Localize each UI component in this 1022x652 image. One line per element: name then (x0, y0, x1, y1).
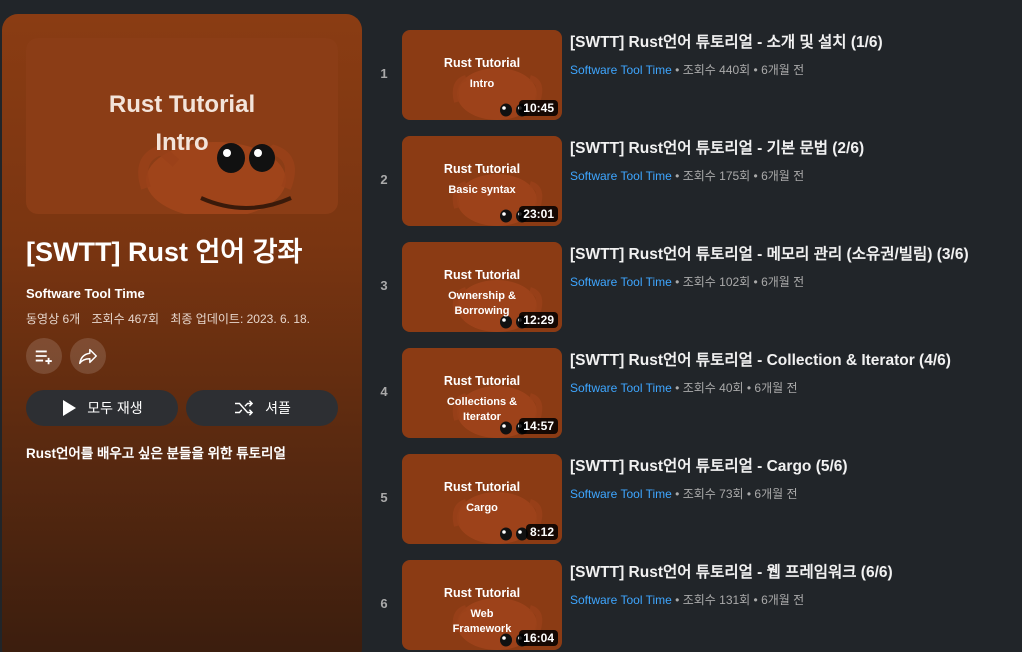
video-index: 4 (380, 384, 388, 399)
save-playlist-button[interactable] (26, 338, 62, 374)
playlist-owner-link[interactable]: Software Tool Time (26, 286, 145, 301)
playlist-header-panel: Rust Tutorial Intro [SWTT] Rust 언어 강좌 So… (2, 14, 362, 652)
thumbnail-title: Rust Tutorial (443, 268, 521, 282)
playlist-description: Rust언어를 배우고 싶은 분들을 위한 튜토리얼 (26, 446, 286, 461)
video-thumbnail[interactable]: Rust Tutorial Collections & Iterator 14:… (402, 348, 562, 438)
play-all-label: 모두 재생 (87, 400, 143, 416)
video-title-link[interactable]: [SWTT] Rust언어 튜토리얼 - Cargo (5/6) (570, 454, 848, 476)
last-updated: 최종 업데이트: 2023. 6. 18. (170, 312, 311, 326)
video-title-link[interactable]: [SWTT] Rust언어 튜토리얼 - 웹 프레임워크 (6/6) (570, 560, 893, 582)
playlist-add-icon (35, 350, 52, 365)
channel-link[interactable]: Software Tool Time (570, 593, 672, 607)
video-title-link[interactable]: [SWTT] Rust언어 튜토리얼 - 메모리 관리 (소유권/빌림) (3/… (570, 242, 969, 264)
thumbnail-title: Rust Tutorial (443, 162, 521, 176)
view-count: 조회수 467회 (91, 312, 160, 326)
video-count: 동영상 6개 (26, 312, 81, 326)
share-icon (79, 348, 97, 365)
video-index: 1 (380, 66, 388, 81)
shuffle-icon (235, 400, 254, 416)
thumbnail-subtitle: Cargo (466, 502, 498, 514)
video-title-link[interactable]: [SWTT] Rust언어 튜토리얼 - 기본 문법 (2/6) (570, 136, 864, 158)
shuffle-button[interactable]: 셔플 (186, 390, 338, 426)
playlist-stats: 동영상 6개 조회수 467회 최종 업데이트: 2023. 6. 18. (26, 310, 318, 327)
channel-link[interactable]: Software Tool Time (570, 275, 672, 289)
video-thumbnail[interactable]: Rust Tutorial Ownership & Borrowing 12:2… (402, 242, 562, 332)
thumbnail-title: Rust Tutorial (443, 586, 521, 600)
shuffle-label: 셔플 (265, 400, 291, 416)
thumbnail-subtitle: Basic syntax (448, 184, 516, 196)
video-thumbnail[interactable]: Rust Tutorial Intro 10:45 (402, 30, 562, 120)
video-duration: 12:29 (519, 312, 558, 328)
video-row[interactable]: 3 Rust Tutorial Ownership & Borrowing 12… (370, 242, 1010, 332)
video-stats: • 조회수 175회 • 6개월 전 (671, 169, 805, 183)
hero-title-line1: Rust Tutorial (108, 91, 256, 118)
thumbnail-subtitle: Intro (469, 78, 495, 90)
channel-link[interactable]: Software Tool Time (570, 487, 672, 501)
video-index: 2 (380, 172, 388, 187)
video-row[interactable]: 2 Rust Tutorial Basic syntax 23:01 [SWTT… (370, 136, 1010, 226)
channel-link[interactable]: Software Tool Time (570, 381, 672, 395)
video-index: 3 (380, 278, 388, 293)
video-meta: Software Tool Time • 조회수 131회 • 6개월 전 (570, 591, 804, 608)
playlist-title: [SWTT] Rust 언어 강좌 (26, 237, 303, 267)
video-stats: • 조회수 102회 • 6개월 전 (671, 275, 805, 289)
hero-title-line2: Intro (155, 129, 209, 156)
video-row[interactable]: 5 Rust Tutorial Cargo 8:12 [SWTT] Rust언어… (370, 454, 1010, 544)
video-meta: Software Tool Time • 조회수 40회 • 6개월 전 (570, 379, 798, 396)
video-title-link[interactable]: [SWTT] Rust언어 튜토리얼 - Collection & Iterat… (570, 348, 951, 370)
video-title-link[interactable]: [SWTT] Rust언어 튜토리얼 - 소개 및 설치 (1/6) (570, 30, 883, 52)
video-thumbnail[interactable]: Rust Tutorial Web Framework 16:04 (402, 560, 562, 650)
play-icon (63, 400, 77, 416)
video-row[interactable]: 4 Rust Tutorial Collections & Iterator 1… (370, 348, 1010, 438)
video-duration: 16:04 (519, 630, 558, 646)
playlist-thumbnail[interactable]: Rust Tutorial Intro (26, 38, 338, 214)
channel-link[interactable]: Software Tool Time (570, 169, 672, 183)
video-thumbnail[interactable]: Rust Tutorial Basic syntax 23:01 (402, 136, 562, 226)
video-stats: • 조회수 40회 • 6개월 전 (671, 381, 798, 395)
video-meta: Software Tool Time • 조회수 440회 • 6개월 전 (570, 61, 804, 78)
video-stats: • 조회수 131회 • 6개월 전 (671, 593, 805, 607)
thumbnail-title: Rust Tutorial (443, 480, 521, 494)
video-row[interactable]: 6 Rust Tutorial Web Framework 16:04 [SWT… (370, 560, 1010, 650)
video-thumbnail[interactable]: Rust Tutorial Cargo 8:12 (402, 454, 562, 544)
video-duration: 8:12 (525, 524, 558, 540)
thumbnail-title: Rust Tutorial (443, 374, 521, 388)
video-row[interactable]: 1 Rust Tutorial Intro 10:45 [SWTT] Rust언… (370, 30, 1010, 120)
play-all-button[interactable]: 모두 재생 (26, 390, 178, 426)
share-button[interactable] (70, 338, 106, 374)
channel-link[interactable]: Software Tool Time (570, 63, 672, 77)
video-index: 6 (380, 596, 388, 611)
video-meta: Software Tool Time • 조회수 175회 • 6개월 전 (570, 167, 804, 184)
video-index: 5 (380, 490, 388, 505)
video-meta: Software Tool Time • 조회수 102회 • 6개월 전 (570, 273, 804, 290)
thumbnail-title: Rust Tutorial (443, 56, 521, 70)
video-stats: • 조회수 73회 • 6개월 전 (671, 487, 798, 501)
video-duration: 14:57 (519, 418, 558, 434)
video-stats: • 조회수 440회 • 6개월 전 (671, 63, 805, 77)
video-duration: 23:01 (519, 206, 558, 222)
video-duration: 10:45 (519, 100, 558, 116)
video-meta: Software Tool Time • 조회수 73회 • 6개월 전 (570, 485, 798, 502)
